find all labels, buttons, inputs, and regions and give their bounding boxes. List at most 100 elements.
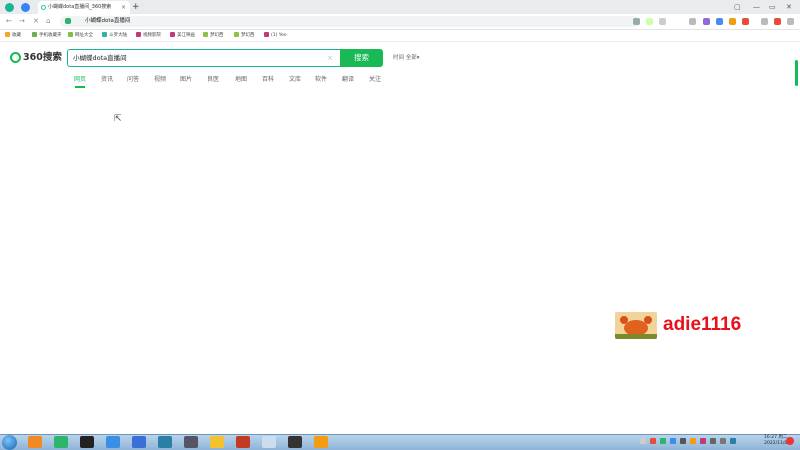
scrollbar-thumb[interactable] bbox=[795, 60, 798, 86]
phone-icon bbox=[32, 32, 37, 37]
window-pin-icon[interactable]: ▢ bbox=[734, 0, 741, 14]
logo-ring-icon[interactable] bbox=[10, 52, 21, 63]
mouse-cursor-icon: ⇱ bbox=[114, 114, 122, 124]
search-engine-icon[interactable] bbox=[633, 18, 640, 25]
crab-avatar-icon bbox=[615, 312, 657, 339]
browser-logo-icon[interactable] bbox=[5, 3, 14, 12]
tray-app-icon[interactable] bbox=[680, 438, 686, 444]
tab-images[interactable]: 图片 bbox=[180, 74, 192, 86]
taskbar-app-fire-icon[interactable] bbox=[236, 436, 250, 448]
tab-close-icon[interactable]: × bbox=[121, 1, 126, 14]
taskbar-app-360-browser-icon[interactable] bbox=[54, 436, 68, 448]
time-filter-dropdown[interactable]: 时间 全部▾ bbox=[393, 49, 420, 67]
tab-wiki[interactable]: 百科 bbox=[262, 74, 274, 86]
bookmark-item[interactable]: 网址大全 bbox=[68, 30, 93, 41]
bookmark-item[interactable]: 美江映画 bbox=[170, 30, 195, 41]
bookmark-item[interactable]: (1) Yes- bbox=[264, 30, 288, 41]
extension-icon[interactable] bbox=[21, 3, 30, 12]
tray-app-icon[interactable] bbox=[660, 438, 666, 444]
tab-maps[interactable]: 地图 bbox=[235, 74, 247, 86]
watermark-text: adie1116 bbox=[663, 314, 742, 335]
extension-blue-icon[interactable] bbox=[716, 18, 723, 25]
bookmark-item[interactable]: 收藏 bbox=[5, 30, 21, 41]
tray-app-icon[interactable] bbox=[690, 438, 696, 444]
tray-app-icon[interactable] bbox=[700, 438, 706, 444]
crab-icon bbox=[615, 312, 657, 339]
taskbar-app-dota-icon[interactable] bbox=[184, 436, 198, 448]
taskbar-app-files-icon[interactable] bbox=[28, 436, 42, 448]
minimize-button[interactable]: — bbox=[753, 0, 760, 14]
star-icon bbox=[5, 32, 10, 37]
tray-volume-icon[interactable] bbox=[720, 438, 726, 444]
bookmark-item[interactable]: 梦幻西 bbox=[234, 30, 255, 41]
film-icon bbox=[170, 32, 175, 37]
stop-button[interactable]: ✕ bbox=[33, 14, 39, 29]
tray-app-icon[interactable] bbox=[730, 438, 736, 444]
secure-lock-icon bbox=[65, 18, 71, 24]
scissors-icon[interactable] bbox=[689, 18, 696, 25]
tab-translate[interactable]: 翻译 bbox=[342, 74, 354, 86]
globe-icon bbox=[68, 32, 73, 37]
taskbar-app-glasses-icon[interactable] bbox=[210, 436, 224, 448]
tray-network-icon[interactable] bbox=[710, 438, 716, 444]
tab-software[interactable]: 软件 bbox=[315, 74, 327, 86]
bookmark-item[interactable]: 视频影院 bbox=[136, 30, 161, 41]
clock-date: 2022/11/8 bbox=[764, 441, 788, 446]
tab-library[interactable]: 文库 bbox=[289, 74, 301, 86]
active-tab-indicator bbox=[75, 86, 85, 88]
more-icon[interactable] bbox=[787, 18, 794, 25]
game-icon bbox=[203, 32, 208, 37]
tab-video[interactable]: 视频 bbox=[154, 74, 166, 86]
taskbar-app-help-icon[interactable] bbox=[314, 436, 328, 448]
browser-tab[interactable]: 小蝴蝶dota直播间_360搜索 × bbox=[38, 1, 130, 14]
tab-favicon-icon bbox=[41, 5, 46, 10]
site-logo[interactable]: 360搜索 bbox=[23, 51, 62, 64]
address-input[interactable]: 小蝴蝶dota直播间 bbox=[60, 16, 640, 27]
tab-strip: 小蝴蝶dota直播间_360搜索 × + ▢ — ▭ ✕ bbox=[0, 0, 800, 14]
search-button[interactable]: 搜索 bbox=[340, 49, 383, 67]
address-text: 小蝴蝶dota直播间 bbox=[85, 18, 131, 24]
bookmark-item[interactable]: 梦幻西 bbox=[203, 30, 224, 41]
film-icon bbox=[136, 32, 141, 37]
game-icon bbox=[234, 32, 239, 37]
home-button[interactable]: ⌂ bbox=[46, 14, 50, 29]
video-icon bbox=[264, 32, 269, 37]
taskbar-app-game-icon[interactable] bbox=[158, 436, 172, 448]
bookmarks-bar: 收藏 手机收藏夹 网址大全 斗罗大陆 视频影院 美江映画 梦幻西 梦幻西 (1)… bbox=[0, 30, 800, 42]
taskbar-app-bird-icon[interactable] bbox=[132, 436, 146, 448]
close-window-button[interactable]: ✕ bbox=[786, 0, 792, 14]
refresh-icon[interactable] bbox=[774, 18, 781, 25]
taskbar-app-media-icon[interactable] bbox=[80, 436, 94, 448]
tab-title: 小蝴蝶dota直播间_360搜索 bbox=[48, 4, 112, 10]
notification-icon[interactable] bbox=[786, 437, 794, 445]
game-icon[interactable] bbox=[742, 18, 749, 25]
lightning-icon[interactable] bbox=[646, 18, 653, 25]
extension-purple-icon[interactable] bbox=[703, 18, 710, 25]
search-query-text: 小蝴蝶dota直播间 bbox=[73, 54, 127, 62]
menu-icon[interactable] bbox=[761, 18, 768, 25]
tray-app-icon[interactable] bbox=[650, 438, 656, 444]
bookmark-item[interactable]: 手机收藏夹 bbox=[32, 30, 62, 41]
address-bar-row: ← → ✕ ⌂ 小蝴蝶dota直播间 bbox=[0, 14, 800, 30]
forward-button[interactable]: → bbox=[19, 14, 25, 29]
tray-language-icon[interactable] bbox=[640, 438, 646, 444]
bookmark-item[interactable]: 斗罗大陆 bbox=[102, 30, 127, 41]
new-tab-button[interactable]: + bbox=[132, 0, 140, 14]
menu-arrow-icon[interactable] bbox=[659, 18, 666, 25]
tab-follow[interactable]: 关注 bbox=[369, 74, 381, 86]
clock[interactable]: 16:27 周二 2022/11/8 bbox=[764, 435, 787, 447]
taskbar-app-browser-icon[interactable] bbox=[106, 436, 120, 448]
tab-news[interactable]: 资讯 bbox=[101, 74, 113, 86]
back-button[interactable]: ← bbox=[6, 14, 12, 29]
taskbar-app-terminal-icon[interactable] bbox=[288, 436, 302, 448]
start-button[interactable] bbox=[2, 435, 17, 450]
taskbar-app-document-icon[interactable] bbox=[262, 436, 276, 448]
clear-search-icon[interactable]: × bbox=[327, 49, 333, 67]
tray-app-icon[interactable] bbox=[670, 438, 676, 444]
video-icon bbox=[102, 32, 107, 37]
tab-qa[interactable]: 问答 bbox=[127, 74, 139, 86]
restore-button[interactable]: ▭ bbox=[769, 0, 776, 14]
tab-web[interactable]: 网页 bbox=[74, 74, 86, 86]
fox-icon[interactable] bbox=[729, 18, 736, 25]
tab-doctor[interactable]: 良医 bbox=[207, 74, 219, 86]
